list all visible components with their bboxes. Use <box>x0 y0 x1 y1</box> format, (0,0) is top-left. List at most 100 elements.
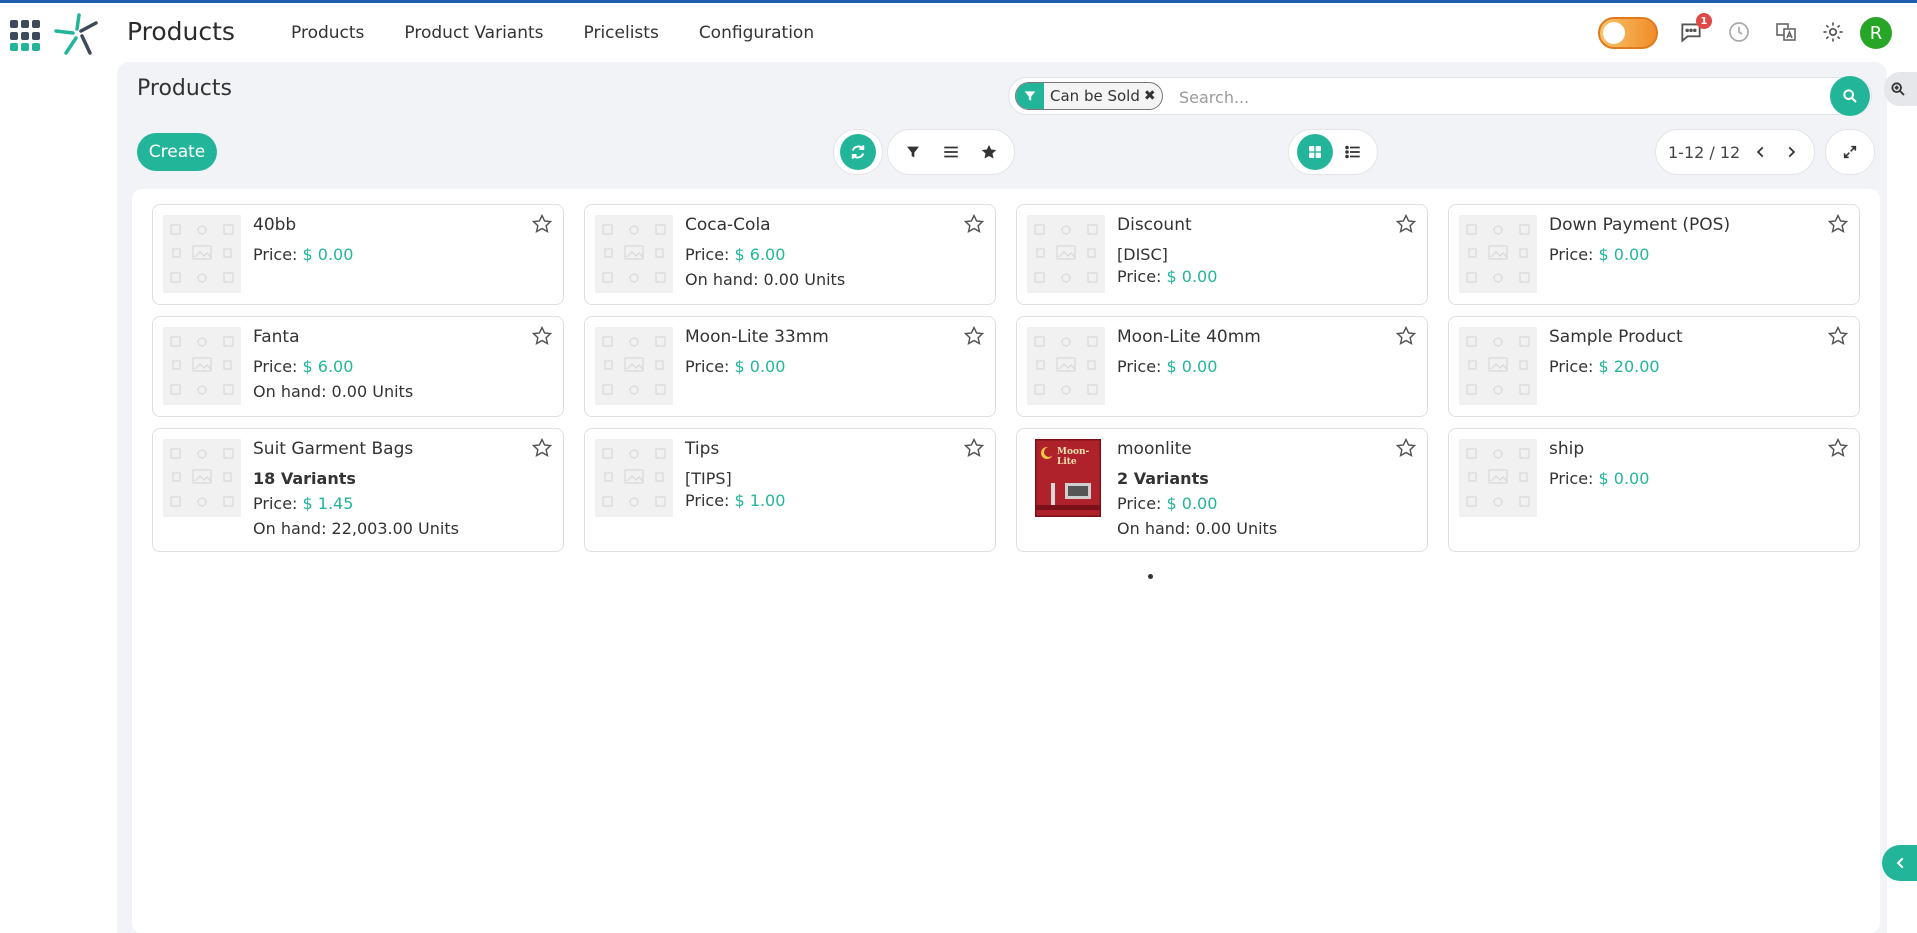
price-value: $ 1.00 <box>734 491 786 510</box>
price-value: $ 0.00 <box>302 245 354 264</box>
apps-menu-icon[interactable] <box>10 20 42 52</box>
product-image-placeholder <box>1027 327 1105 405</box>
user-avatar[interactable]: R <box>1860 17 1892 49</box>
zoom-in-icon <box>1891 82 1905 96</box>
product-card[interactable]: Suit Garment Bags 18 Variants Price: $ 1.4… <box>152 428 564 552</box>
product-price: Price: $ 1.00 <box>685 491 785 510</box>
product-card[interactable]: Moon-Lite 33mm Price: $ 0.00 <box>584 316 996 417</box>
favorite-star-icon[interactable] <box>963 437 985 459</box>
product-code: [TIPS] <box>685 469 732 488</box>
product-image-placeholder <box>1459 215 1537 293</box>
product-price: Price: $ 0.00 <box>1117 494 1217 513</box>
toggle-knob <box>1603 22 1625 44</box>
product-name: Down Payment (POS) <box>1549 215 1731 235</box>
menu-item-pricelists[interactable]: Pricelists <box>584 23 659 43</box>
favorite-star-icon[interactable] <box>963 213 985 235</box>
product-name: Discount <box>1117 215 1192 235</box>
theme-toggle[interactable] <box>1598 17 1658 49</box>
favorite-star-icon[interactable] <box>531 437 553 459</box>
menu-item-product-variants[interactable]: Product Variants <box>404 23 543 43</box>
product-price: Price: $ 0.00 <box>685 357 785 376</box>
pager-previous-icon[interactable] <box>1746 136 1776 168</box>
price-label: Price: <box>1549 245 1599 264</box>
price-value: $ 0.00 <box>1598 245 1650 264</box>
product-card[interactable]: Sample Product Price: $ 20.00 <box>1448 316 1860 417</box>
product-image-placeholder <box>1027 215 1105 293</box>
product-name: Moon-Lite 33mm <box>685 327 829 347</box>
top-navbar: Products Products Product Variants Price… <box>0 3 1917 59</box>
filter-menu-icon[interactable] <box>897 136 929 168</box>
price-value: $ 0.00 <box>1166 494 1218 513</box>
product-image-placeholder <box>163 439 241 517</box>
create-button[interactable]: Create <box>137 133 217 171</box>
price-value: $ 0.00 <box>1166 357 1218 376</box>
price-label: Price: <box>685 357 735 376</box>
app-title: Products <box>127 17 235 46</box>
search-bar: Can be Sold ✖ <box>1008 77 1872 115</box>
product-on-hand: On hand: 22,003.00 Units <box>253 519 459 538</box>
favorite-star-icon[interactable] <box>1395 213 1417 235</box>
favorite-star-icon[interactable] <box>531 325 553 347</box>
product-variants-count: 18 Variants <box>253 469 356 488</box>
side-search-tab[interactable] <box>1884 72 1917 106</box>
product-name: moonlite <box>1117 439 1192 459</box>
loading-dot <box>1148 574 1153 579</box>
product-on-hand: On hand: 0.00 Units <box>1117 519 1278 538</box>
pager-next-icon[interactable] <box>1776 136 1806 168</box>
favorite-star-icon[interactable] <box>1395 437 1417 459</box>
favorite-star-icon[interactable] <box>531 213 553 235</box>
product-price: Price: $ 6.00 <box>253 357 353 376</box>
facet-remove-icon[interactable]: ✖ <box>1144 88 1162 104</box>
product-card[interactable]: ship Price: $ 0.00 <box>1448 428 1860 552</box>
clock-icon[interactable] <box>1724 17 1754 47</box>
price-value: $ 20.00 <box>1598 357 1660 376</box>
product-card[interactable]: 40bb Price: $ 0.00 <box>152 204 564 305</box>
menu-item-configuration[interactable]: Configuration <box>699 23 814 43</box>
settings-gear-icon[interactable] <box>1818 17 1848 47</box>
language-icon[interactable] <box>1771 17 1801 47</box>
product-image-placeholder <box>595 327 673 405</box>
product-price: Price: $ 6.00 <box>685 245 785 264</box>
favorite-star-icon[interactable] <box>963 325 985 347</box>
messages-icon[interactable]: 1 <box>1676 13 1712 47</box>
price-label: Price: <box>253 494 303 513</box>
side-panel-toggle[interactable] <box>1882 845 1917 881</box>
product-price: Price: $ 0.00 <box>253 245 353 264</box>
search-options-group <box>887 129 1015 175</box>
product-on-hand: On hand: 0.00 Units <box>685 270 846 289</box>
kanban-view-icon[interactable] <box>1297 134 1333 170</box>
favorite-star-icon[interactable] <box>1395 325 1417 347</box>
refresh-icon[interactable] <box>840 134 876 170</box>
pager-value[interactable]: 1-12 / 12 <box>1668 143 1740 162</box>
product-name: 40bb <box>253 215 297 235</box>
product-card[interactable]: Moon-Lite moonlite 2 Variants Price: $ 0.00… <box>1016 428 1428 552</box>
price-label: Price: <box>1117 267 1167 286</box>
fullscreen-group <box>1825 129 1875 175</box>
facet-label: Can be Sold <box>1050 87 1140 105</box>
favorite-star-icon[interactable] <box>1827 325 1849 347</box>
price-label: Price: <box>685 245 735 264</box>
favorite-star-icon[interactable] <box>1827 437 1849 459</box>
product-name: ship <box>1549 439 1585 459</box>
search-input[interactable] <box>1179 83 1829 111</box>
product-card[interactable]: Tips [TIPS] Price: $ 1.00 <box>584 428 996 552</box>
product-image-placeholder <box>163 215 241 293</box>
favorites-star-icon[interactable] <box>973 136 1005 168</box>
favorite-star-icon[interactable] <box>1827 213 1849 235</box>
price-value: $ 0.00 <box>1166 267 1218 286</box>
product-name: Sample Product <box>1549 327 1683 347</box>
list-view-icon[interactable] <box>1337 136 1369 168</box>
product-card[interactable]: Down Payment (POS) Price: $ 0.00 <box>1448 204 1860 305</box>
fullscreen-expand-icon[interactable] <box>1834 136 1866 168</box>
price-label: Price: <box>1549 469 1599 488</box>
product-card[interactable]: Moon-Lite 40mm Price: $ 0.00 <box>1016 316 1428 417</box>
search-button[interactable] <box>1830 76 1870 116</box>
product-price: Price: $ 1.45 <box>253 494 353 513</box>
product-name: Moon-Lite 40mm <box>1117 327 1261 347</box>
product-card[interactable]: Coca-Cola Price: $ 6.00 On hand: 0.00 Unit… <box>584 204 996 305</box>
product-card[interactable]: Fanta Price: $ 6.00 On hand: 0.00 Units <box>152 316 564 417</box>
product-card[interactable]: Discount [DISC] Price: $ 0.00 <box>1016 204 1428 305</box>
group-by-icon[interactable] <box>935 136 967 168</box>
product-image-placeholder <box>595 215 673 293</box>
menu-item-products[interactable]: Products <box>291 23 364 43</box>
